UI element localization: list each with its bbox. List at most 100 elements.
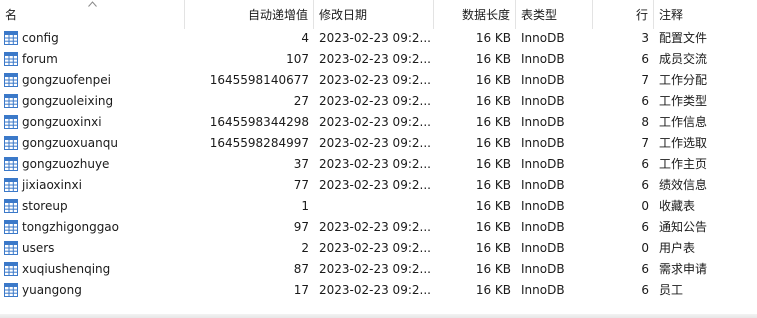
table-row[interactable]: forum 107 2023-02-23 09:2... 16 KB InnoD… — [0, 49, 757, 70]
column-header-engine[interactable]: 表类型 — [516, 0, 593, 29]
table-row[interactable]: tongzhigonggao 97 2023-02-23 09:2... 16 … — [0, 217, 757, 238]
table-row[interactable]: gongzuoxuanqu 1645598284997 2023-02-23 0… — [0, 133, 757, 154]
modified-date: 2023-02-23 09:2... — [319, 283, 431, 297]
auto-increment-value: 4 — [301, 31, 309, 45]
data-length: 16 KB — [475, 157, 511, 171]
table-icon — [4, 94, 18, 108]
table-name-cell[interactable]: yuangong — [0, 280, 185, 301]
engine-type: InnoDB — [521, 199, 565, 213]
table-name: gongzuoxinxi — [22, 115, 102, 129]
table-name-cell[interactable]: tongzhigonggao — [0, 217, 185, 238]
table-name-cell[interactable]: gongzuoxuanqu — [0, 133, 185, 154]
engine-type: InnoDB — [521, 220, 565, 234]
auto-increment-value: 1 — [301, 199, 309, 213]
table-row[interactable]: storeup 1 16 KB InnoDB 0 收藏表 — [0, 196, 757, 217]
modified-date: 2023-02-23 09:2... — [319, 136, 431, 150]
data-length: 16 KB — [475, 31, 511, 45]
modified-date: 2023-02-23 09:2... — [319, 241, 431, 255]
table-row[interactable]: users 2 2023-02-23 09:2... 16 KB InnoDB … — [0, 238, 757, 259]
bottom-edge — [0, 314, 757, 318]
row-count: 6 — [641, 262, 649, 276]
data-length: 16 KB — [475, 178, 511, 192]
table-icon — [4, 241, 18, 255]
table-name-cell[interactable]: config — [0, 28, 185, 49]
column-header-modified-label: 修改日期 — [319, 8, 368, 22]
engine-type: InnoDB — [521, 115, 565, 129]
table-name-cell[interactable]: jixiaoxinxi — [0, 175, 185, 196]
column-header-rows[interactable]: 行 — [593, 0, 654, 29]
table-row[interactable]: jixiaoxinxi 77 2023-02-23 09:2... 16 KB … — [0, 175, 757, 196]
column-header-comment[interactable]: 注释 — [654, 0, 757, 29]
row-count: 3 — [641, 31, 649, 45]
sort-ascending-icon[interactable] — [88, 1, 97, 7]
engine-type: InnoDB — [521, 73, 565, 87]
modified-date: 2023-02-23 09:2... — [319, 31, 431, 45]
row-count: 0 — [641, 199, 649, 213]
table-comment: 通知公告 — [659, 220, 708, 234]
table-row[interactable]: gongzuofenpei 1645598140677 2023-02-23 0… — [0, 70, 757, 91]
modified-date — [314, 196, 434, 217]
data-length: 16 KB — [475, 94, 511, 108]
modified-date: 2023-02-23 09:2... — [319, 220, 431, 234]
table-name-cell[interactable]: storeup — [0, 196, 185, 217]
row-count: 8 — [641, 115, 649, 129]
modified-date: 2023-02-23 09:2... — [319, 262, 431, 276]
auto-increment-value: 1645598284997 — [209, 136, 309, 150]
row-count: 6 — [641, 52, 649, 66]
engine-type: InnoDB — [521, 157, 565, 171]
data-length: 16 KB — [475, 52, 511, 66]
table-name: config — [22, 31, 59, 45]
table-comment: 配置文件 — [659, 31, 708, 45]
auto-increment-value: 97 — [293, 220, 309, 234]
column-header-modified[interactable]: 修改日期 — [314, 0, 434, 29]
row-count: 6 — [641, 157, 649, 171]
auto-increment-value: 2 — [301, 241, 309, 255]
data-length: 16 KB — [475, 115, 511, 129]
table-name-cell[interactable]: gongzuozhuye — [0, 154, 185, 175]
table-icon — [4, 73, 18, 87]
table-name: gongzuoxuanqu — [22, 136, 118, 150]
row-count: 6 — [641, 283, 649, 297]
data-length: 16 KB — [475, 199, 511, 213]
table-name-cell[interactable]: forum — [0, 49, 185, 70]
table-icon — [4, 157, 18, 171]
column-header-auto-increment[interactable]: 自动递增值 — [185, 0, 314, 29]
table-name: gongzuozhuye — [22, 157, 110, 171]
modified-date: 2023-02-23 09:2... — [319, 52, 431, 66]
table-name-cell[interactable]: xuqiushenqing — [0, 259, 185, 280]
table-comment: 需求申请 — [659, 262, 708, 276]
table-name: jixiaoxinxi — [22, 178, 82, 192]
engine-type: InnoDB — [521, 262, 565, 276]
table-name-cell[interactable]: users — [0, 238, 185, 259]
table-name: tongzhigonggao — [22, 220, 120, 234]
table-row[interactable]: yuangong 17 2023-02-23 09:2... 16 KB Inn… — [0, 280, 757, 301]
table-name: gongzuofenpei — [22, 73, 111, 87]
data-length: 16 KB — [475, 220, 511, 234]
table-name-cell[interactable]: gongzuoleixing — [0, 91, 185, 112]
column-header-engine-label: 表类型 — [521, 8, 558, 22]
column-header-data-length[interactable]: 数据长度 — [434, 0, 516, 29]
table-row[interactable]: gongzuozhuye 37 2023-02-23 09:2... 16 KB… — [0, 154, 757, 175]
table-icon — [4, 52, 18, 66]
column-header-comment-label: 注释 — [659, 8, 684, 22]
table-comment: 收藏表 — [659, 199, 696, 213]
engine-type: InnoDB — [521, 94, 565, 108]
table-name: users — [22, 241, 55, 255]
table-name: xuqiushenqing — [22, 262, 111, 276]
row-count: 6 — [641, 178, 649, 192]
row-count: 0 — [641, 241, 649, 255]
table-row[interactable]: xuqiushenqing 87 2023-02-23 09:2... 16 K… — [0, 259, 757, 280]
table-name-cell[interactable]: gongzuoxinxi — [0, 112, 185, 133]
table-row[interactable]: gongzuoleixing 27 2023-02-23 09:2... 16 … — [0, 91, 757, 112]
table-comment: 工作类型 — [659, 94, 708, 108]
table-row[interactable]: config 4 2023-02-23 09:2... 16 KB InnoDB… — [0, 28, 757, 49]
table-comment: 成员交流 — [659, 52, 708, 66]
table-name-cell[interactable]: gongzuofenpei — [0, 70, 185, 91]
table-row[interactable]: gongzuoxinxi 1645598344298 2023-02-23 09… — [0, 112, 757, 133]
modified-date: 2023-02-23 09:2... — [319, 115, 431, 129]
table-comment: 工作主页 — [659, 157, 708, 171]
table-icon — [4, 220, 18, 234]
engine-type: InnoDB — [521, 283, 565, 297]
auto-increment-value: 37 — [293, 157, 309, 171]
engine-type: InnoDB — [521, 178, 565, 192]
